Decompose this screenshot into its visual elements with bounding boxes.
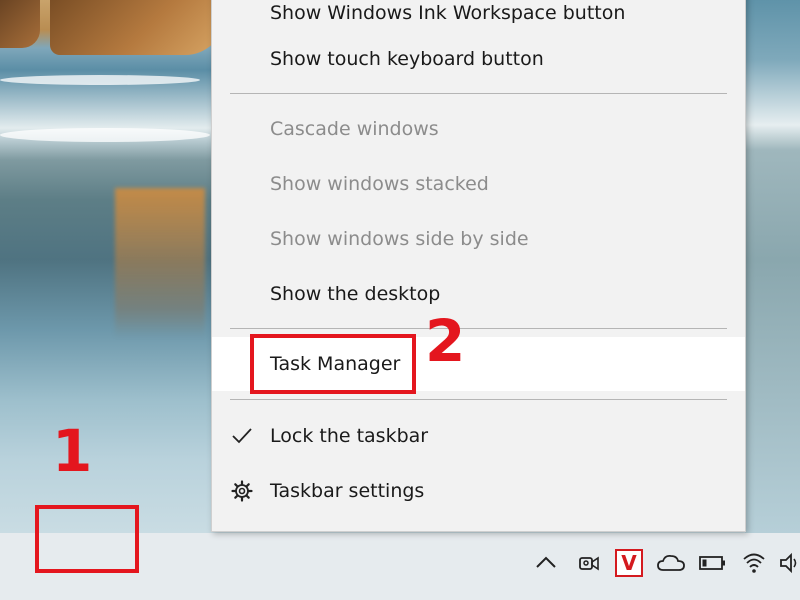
menu-item-show-the-desktop[interactable]: Show the desktop (212, 274, 745, 314)
annotation-box-taskbar (35, 505, 139, 573)
menu-item-label: Cascade windows (270, 118, 439, 140)
menu-item-label: Show the desktop (270, 283, 441, 305)
menu-item-cascade-windows: Cascade windows (212, 109, 745, 149)
wallpaper-rock-left (0, 0, 40, 48)
wallpaper-rock-arch (50, 0, 225, 55)
antivirus-v-icon[interactable]: V (615, 549, 643, 577)
wallpaper-right-strip (745, 0, 800, 533)
menu-item-show-touch-keyboard-button[interactable]: Show touch keyboard button (212, 39, 745, 79)
antivirus-letter: V (621, 551, 637, 575)
battery-icon[interactable] (698, 550, 728, 576)
chevron-up-icon[interactable] (533, 550, 559, 576)
wallpaper-wave (0, 128, 210, 142)
menu-item-lock-the-taskbar[interactable]: Lock the taskbar (212, 416, 745, 456)
menu-item-label: Show windows stacked (270, 173, 489, 195)
menu-item-taskbar-settings[interactable]: Taskbar settings (212, 471, 745, 511)
onedrive-cloud-icon[interactable] (656, 550, 686, 576)
menu-item-label: Lock the taskbar (270, 425, 429, 447)
menu-item-label: Taskbar settings (270, 480, 425, 502)
wallpaper-wave (0, 75, 200, 85)
annotation-box-task-manager (250, 334, 416, 394)
menu-item-show-windows-stacked: Show windows stacked (212, 164, 745, 204)
wifi-icon[interactable] (741, 550, 767, 576)
menu-separator (230, 399, 727, 400)
gear-icon (230, 479, 254, 503)
checkmark-icon (230, 424, 254, 448)
volume-icon[interactable] (778, 550, 800, 576)
taskbar-context-menu: Show Windows Ink Workspace button Show t… (211, 0, 746, 532)
menu-item-label: Show touch keyboard button (270, 48, 544, 70)
wallpaper-reflection (115, 188, 205, 338)
annotation-number-2: 2 (425, 307, 466, 375)
menu-separator (230, 93, 727, 94)
menu-item-show-windows-side-by-side: Show windows side by side (212, 219, 745, 259)
meet-now-icon[interactable] (576, 550, 602, 576)
menu-item-label: Show Windows Ink Workspace button (270, 2, 626, 24)
menu-item-show-ink-workspace-button[interactable]: Show Windows Ink Workspace button (212, 0, 745, 33)
annotation-number-1: 1 (52, 417, 93, 485)
menu-separator (230, 328, 727, 329)
menu-item-label: Show windows side by side (270, 228, 529, 250)
